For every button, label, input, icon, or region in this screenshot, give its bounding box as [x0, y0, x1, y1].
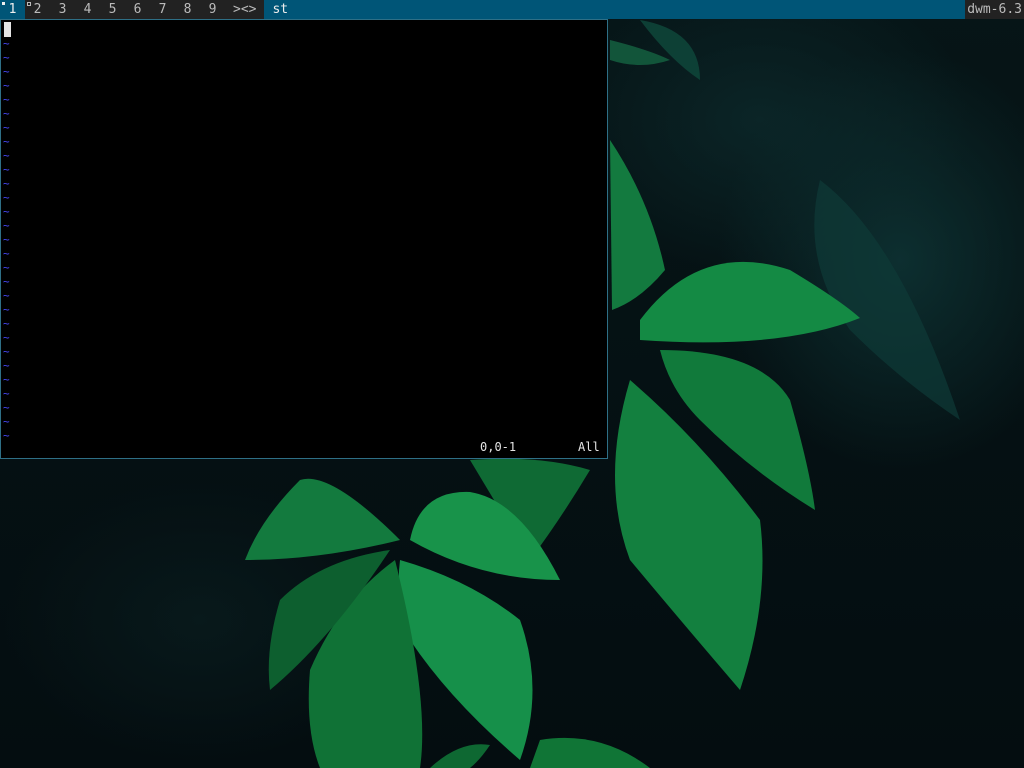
empty-line-marker: ~: [3, 345, 10, 358]
empty-line-marker: ~: [3, 93, 10, 106]
empty-line-marker: ~: [3, 359, 10, 372]
occupied-indicator-icon: [27, 2, 31, 6]
tag-9[interactable]: 9: [200, 0, 225, 19]
vim-ruler: 0,0-1 All: [1, 439, 607, 455]
tag-5[interactable]: 5: [100, 0, 125, 19]
empty-line-marker: ~: [3, 331, 10, 344]
tag-4[interactable]: 4: [75, 0, 100, 19]
empty-line-marker: ~: [3, 317, 10, 330]
tag-1[interactable]: 1: [0, 0, 25, 19]
dwm-bar: 1 2 3 4 5 6 7 8 9 ><> st dwm-6.3: [0, 0, 1024, 19]
empty-line-marker: ~: [3, 79, 10, 92]
desktop: 1 2 3 4 5 6 7 8 9 ><> st dwm-6.3 ~ ~ ~ ~…: [0, 0, 1024, 768]
background-leaf: [640, 20, 700, 80]
tag-label: 2: [33, 2, 42, 17]
empty-line-marker: ~: [3, 261, 10, 274]
vim-empty-lines: ~ ~ ~ ~ ~ ~ ~ ~ ~ ~ ~ ~ ~ ~ ~ ~ ~ ~ ~ ~ …: [3, 37, 10, 443]
tag-8[interactable]: 8: [175, 0, 200, 19]
tag-label: 8: [183, 2, 192, 17]
empty-line-marker: ~: [3, 415, 10, 428]
empty-line-marker: ~: [3, 177, 10, 190]
empty-line-marker: ~: [3, 37, 10, 50]
empty-line-marker: ~: [3, 205, 10, 218]
occupied-indicator-icon: [2, 2, 5, 5]
tag-label: 7: [158, 2, 167, 17]
tag-label: 4: [83, 2, 92, 17]
tag-7[interactable]: 7: [150, 0, 175, 19]
empty-line-marker: ~: [3, 219, 10, 232]
empty-line-marker: ~: [3, 387, 10, 400]
empty-line-marker: ~: [3, 65, 10, 78]
file-position: All: [578, 440, 600, 454]
empty-line-marker: ~: [3, 163, 10, 176]
leaf: [610, 140, 665, 310]
tag-label: 6: [133, 2, 142, 17]
empty-line-marker: ~: [3, 107, 10, 120]
leaf: [430, 744, 490, 768]
text-cursor: [4, 22, 11, 37]
empty-line-marker: ~: [3, 289, 10, 302]
tag-6[interactable]: 6: [125, 0, 150, 19]
empty-line-marker: ~: [3, 51, 10, 64]
tag-label: 1: [8, 2, 17, 17]
tag-label: 5: [108, 2, 117, 17]
empty-line-marker: ~: [3, 135, 10, 148]
tag-2[interactable]: 2: [25, 0, 50, 19]
window-title[interactable]: st: [264, 0, 966, 19]
tag-3[interactable]: 3: [50, 0, 75, 19]
cursor-position: 0,0-1: [480, 440, 517, 454]
empty-line-marker: ~: [3, 275, 10, 288]
st-terminal-window[interactable]: ~ ~ ~ ~ ~ ~ ~ ~ ~ ~ ~ ~ ~ ~ ~ ~ ~ ~ ~ ~ …: [0, 19, 608, 459]
tag-label: 9: [208, 2, 217, 17]
status-text[interactable]: dwm-6.3: [965, 0, 1024, 19]
empty-line-marker: ~: [3, 401, 10, 414]
empty-line-marker: ~: [3, 233, 10, 246]
empty-line-marker: ~: [3, 303, 10, 316]
layout-symbol[interactable]: ><>: [225, 0, 264, 19]
empty-line-marker: ~: [3, 121, 10, 134]
tag-label: 3: [58, 2, 67, 17]
leaf: [245, 478, 400, 560]
leaf: [530, 737, 650, 768]
empty-line-marker: ~: [3, 191, 10, 204]
empty-line-marker: ~: [3, 149, 10, 162]
empty-line-marker: ~: [3, 247, 10, 260]
empty-line-marker: ~: [3, 373, 10, 386]
